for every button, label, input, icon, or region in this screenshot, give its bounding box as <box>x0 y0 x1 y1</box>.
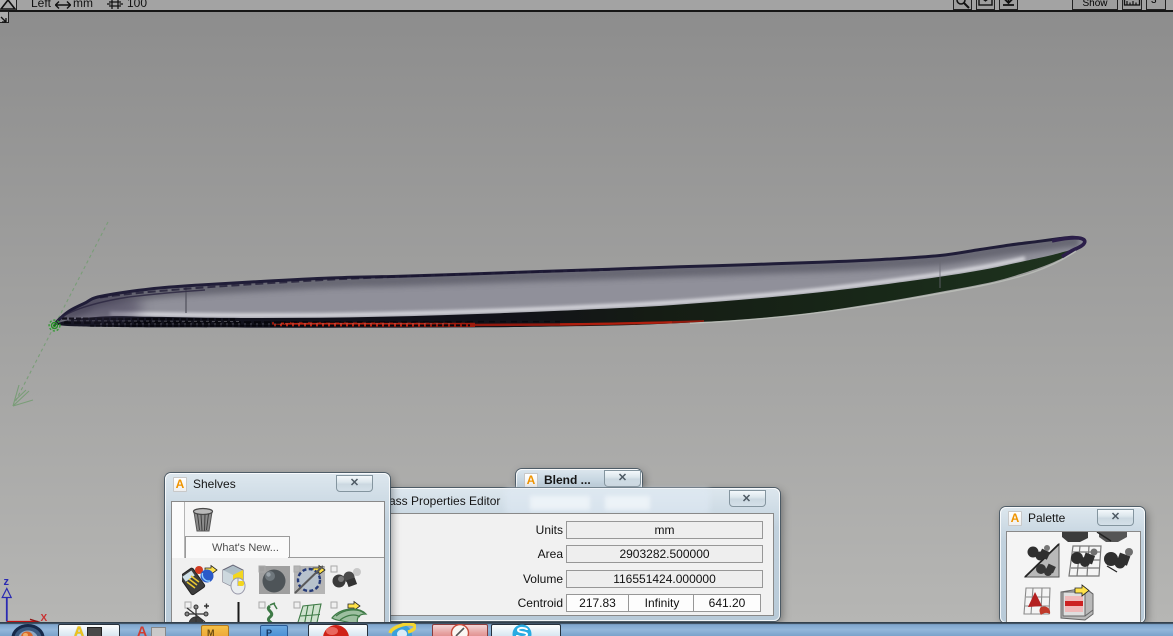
svg-text:z: z <box>4 576 10 588</box>
